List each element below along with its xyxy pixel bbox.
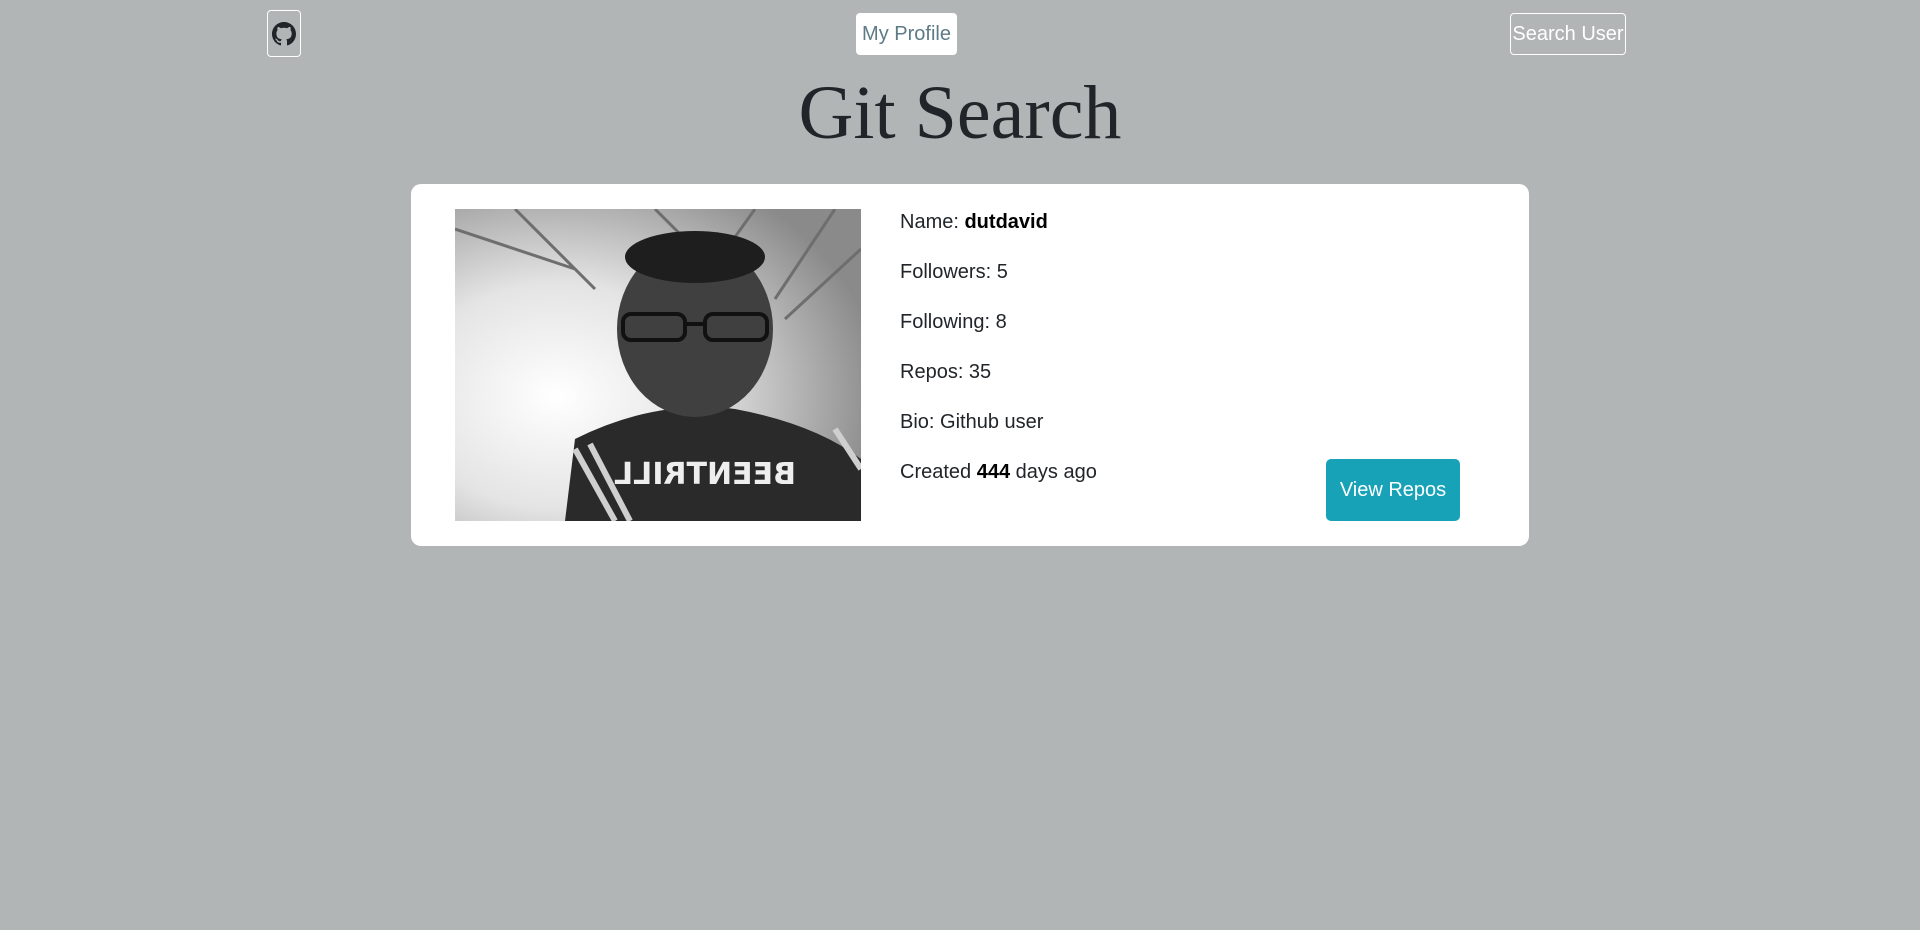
profile-card: BEENTRILL Name: dutdavid Followers: 5 Fo… xyxy=(411,184,1529,546)
profile-repos: Repos: 35 xyxy=(900,361,992,383)
search-user-button[interactable]: Search User xyxy=(1510,13,1626,55)
navbar: My Profile Search User xyxy=(0,0,1920,70)
view-repos-button[interactable]: View Repos xyxy=(1326,459,1460,521)
svg-text:BEENTRILL: BEENTRILL xyxy=(614,457,796,492)
my-profile-button[interactable]: My Profile xyxy=(856,13,957,55)
profile-name: Name: dutdavid xyxy=(900,211,1048,233)
profile-username: dutdavid xyxy=(964,211,1048,233)
profile-created: Created 444 days ago xyxy=(900,461,1097,483)
profile-avatar: BEENTRILL xyxy=(455,209,861,521)
profile-info: Name: dutdavid Followers: 5 Following: 8… xyxy=(900,210,1097,510)
created-days: 444 xyxy=(976,461,1011,483)
profile-bio: Bio: Github user xyxy=(900,411,1044,433)
avatar-photo: BEENTRILL xyxy=(455,209,861,521)
page-title: Git Search xyxy=(798,71,1122,155)
github-icon xyxy=(272,21,296,45)
github-home-button[interactable] xyxy=(267,10,301,57)
profile-followers: Followers: 5 xyxy=(900,261,1008,283)
profile-following: Following: 8 xyxy=(900,311,1007,333)
